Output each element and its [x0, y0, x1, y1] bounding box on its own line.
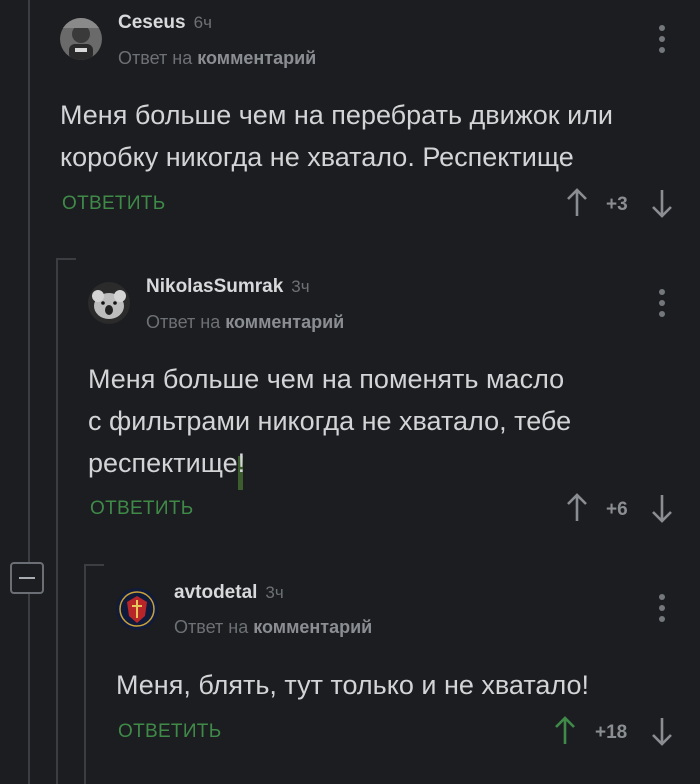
arrow-up-icon — [555, 716, 575, 744]
comment-time: 3ч — [265, 583, 284, 602]
avatar[interactable] — [116, 588, 158, 630]
comment-text: Меня, блять, тут только и не хватало! — [116, 670, 590, 700]
reply-button[interactable]: ОТВЕТИТЬ — [118, 721, 221, 743]
vote-score: +18 — [595, 722, 628, 743]
comment-avtodetal: avtodetal 3ч Ответ на комментарий Меня, б… — [0, 0, 700, 784]
author-username[interactable]: avtodetal — [174, 582, 257, 603]
arrow-down-icon — [652, 718, 672, 746]
reply-to-link[interactable]: комментарий — [253, 617, 372, 637]
reply-prefix: Ответ на — [174, 617, 249, 637]
reply-to-line: Ответ на комментарий — [174, 617, 372, 638]
downvote-button[interactable] — [650, 716, 674, 746]
author-name[interactable]: avtodetal 3ч — [174, 582, 284, 604]
upvote-button[interactable] — [553, 716, 577, 746]
comment-thread: Ceseus 6ч Ответ на комментарий Меня больш… — [0, 0, 700, 784]
kebab-menu-icon[interactable] — [659, 594, 665, 624]
